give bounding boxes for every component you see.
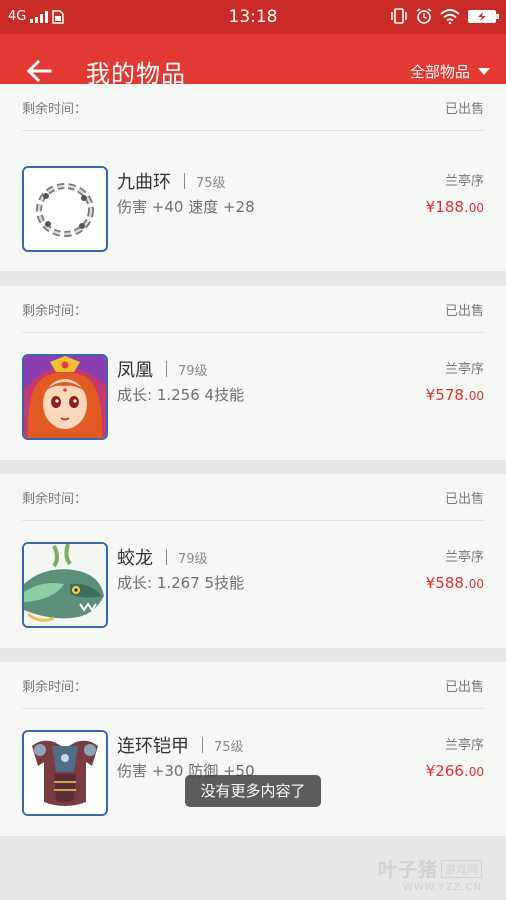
item-level: 75级	[196, 175, 226, 191]
item-title: 凤凰 79级	[117, 356, 208, 382]
item-stats: 伤害 +40 速度 +28	[117, 198, 255, 216]
divider	[202, 737, 203, 753]
item-name: 蛟龙	[117, 548, 153, 569]
watermark-url: WWW.YZZ.CN	[402, 882, 482, 893]
seller-name: 兰亭序	[444, 738, 484, 753]
card-header: 剩余时间： 已出售	[22, 474, 484, 521]
status-icons	[390, 8, 499, 24]
item-level: 75级	[214, 739, 244, 755]
item-card[interactable]: 剩余时间： 已出售 蛟龙 79级 成长: 1.267 5技能 兰亭序 ¥588.…	[0, 474, 506, 648]
item-title: 九曲环 75级	[117, 168, 226, 194]
item-price: ¥588.00	[426, 574, 484, 592]
seller-name: 兰亭序	[444, 550, 484, 565]
watermark-tag: 游戏网	[441, 860, 482, 878]
item-stats: 成长: 1.256 4技能	[117, 386, 245, 404]
price-main: ¥588.	[425, 574, 469, 592]
item-name: 连环铠甲	[117, 736, 189, 757]
divider	[184, 173, 185, 189]
seller-name: 兰亭序	[444, 174, 484, 189]
armor-icon	[22, 730, 108, 816]
alarm-icon	[416, 8, 432, 24]
dragon-head-icon	[22, 542, 108, 628]
watermark-brand: 叶子猪	[377, 859, 438, 881]
filter-label: 全部物品	[409, 63, 470, 81]
status-label: 已出售	[444, 102, 484, 117]
divider	[166, 549, 167, 565]
item-price: ¥188.00	[426, 198, 484, 216]
card-header: 剩余时间： 已出售	[22, 286, 484, 333]
price-main: ¥188.	[425, 198, 469, 216]
wifi-icon	[440, 8, 460, 24]
status-bar: 4G 13:18	[0, 0, 506, 34]
item-title: 连环铠甲 75级	[117, 732, 244, 758]
remaining-time-label: 剩余时间：	[22, 680, 88, 695]
remaining-time-label: 剩余时间：	[22, 102, 88, 117]
status-label: 已出售	[444, 680, 484, 695]
item-stats: 成长: 1.267 5技能	[117, 574, 245, 592]
item-price: ¥578.00	[426, 386, 484, 404]
price-main: ¥266.	[425, 762, 469, 780]
status-label: 已出售	[444, 492, 484, 507]
arrow-left-icon[interactable]	[24, 56, 54, 86]
toast-message: 没有更多内容了	[185, 775, 321, 807]
item-name: 凤凰	[117, 360, 153, 381]
caret-down-icon	[478, 68, 490, 75]
card-header: 剩余时间： 已出售	[22, 84, 484, 131]
phoenix-portrait-icon	[22, 354, 108, 440]
price-cents: 00	[468, 389, 484, 403]
battery-icon	[468, 9, 499, 23]
item-level: 79级	[178, 551, 208, 567]
item-level: 79级	[178, 363, 208, 379]
price-cents: 00	[468, 765, 484, 779]
status-label: 已出售	[444, 304, 484, 319]
price-cents: 00	[468, 577, 484, 591]
filter-dropdown[interactable]: 全部物品	[410, 61, 490, 82]
item-card[interactable]: 剩余时间： 已出售 九曲环 75级 伤害 +40 速度 +28 兰亭序 ¥188…	[0, 84, 506, 271]
vibrate-icon	[391, 8, 407, 24]
chain-ring-icon	[22, 166, 108, 252]
seller-name: 兰亭序	[444, 362, 484, 377]
remaining-time-label: 剩余时间：	[22, 304, 88, 319]
card-header: 剩余时间： 已出售	[22, 662, 484, 709]
item-name: 九曲环	[117, 172, 171, 193]
divider	[166, 361, 167, 377]
item-card[interactable]: 剩余时间： 已出售 凤凰 79级 成长: 1.256 4技能 兰亭序 ¥578.…	[0, 286, 506, 460]
item-card[interactable]: 剩余时间： 已出售 连环铠甲 75级 伤害 +30 防御 +50 兰亭序 ¥26…	[0, 662, 506, 836]
price-cents: 00	[468, 201, 484, 215]
item-price: ¥266.00	[426, 762, 484, 780]
price-main: ¥578.	[425, 386, 469, 404]
item-title: 蛟龙 79级	[117, 544, 208, 570]
watermark: 叶子猪 游戏网 WWW.YZZ.CN	[378, 855, 482, 893]
remaining-time-label: 剩余时间：	[22, 492, 88, 507]
